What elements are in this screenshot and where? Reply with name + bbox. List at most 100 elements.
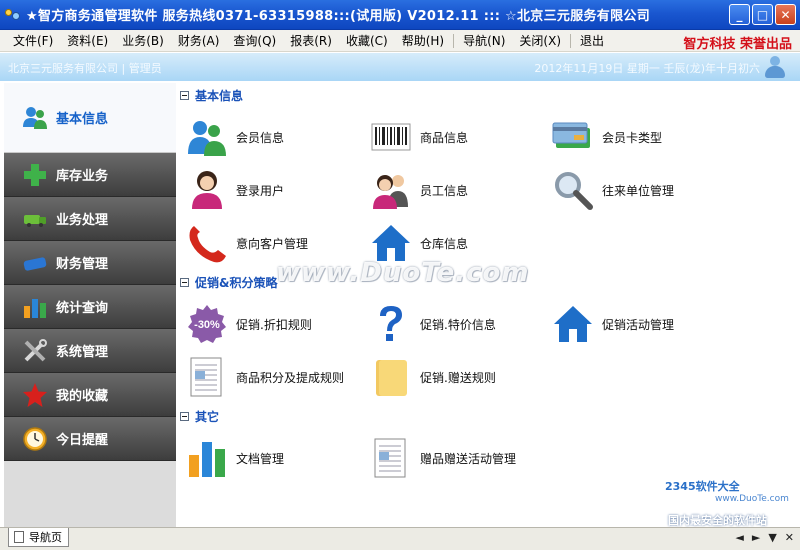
users-icon [22,105,48,131]
bar-chart-icon [186,437,228,479]
menu-file[interactable]: 文件(F) [6,32,60,49]
section-title: 其它 [195,409,220,424]
window-title: ★智方商务通管理软件 服务热线0371-63315988:::(试用版) V20… [26,9,650,24]
watermark-2345-url: www.DuoTe.com [715,494,789,504]
collapse-toggle-icon[interactable] [180,90,189,100]
tab-label: 导航页 [29,531,62,544]
tile-special-price[interactable]: 促销.特价信息 [370,300,496,348]
sidebar-item-basic-info[interactable]: 基本信息 [4,83,176,153]
user-avatar-icon [762,55,788,79]
section-promotion[interactable]: 促销&积分策略 [180,273,277,291]
minimize-button[interactable]: _ [729,4,750,25]
tools-icon [22,338,48,364]
sidebar-item-favorites[interactable]: 我的收藏 [4,373,176,417]
menu-business[interactable]: 业务(B) [115,32,171,49]
barcode-icon [370,116,412,158]
menu-separator [453,33,455,48]
app-icon[interactable] [4,7,22,23]
tile-partner-management[interactable]: 往来单位管理 [552,166,674,214]
menu-help[interactable]: 帮助(H) [395,32,451,49]
tile-label: 往来单位管理 [602,183,675,198]
star-icon [22,382,48,408]
sidebar-item-label: 今日提醒 [56,433,109,448]
members-icon [186,116,228,158]
title-bar: ★智方商务通管理软件 服务热线0371-63315988:::(试用版) V20… [0,0,800,30]
collapse-toggle-icon[interactable] [180,277,189,287]
menu-favorites[interactable]: 收藏(C) [339,32,395,49]
folder-icon [370,356,412,398]
tile-label: 仓库信息 [420,236,469,251]
tile-label: 促销.赠送规则 [420,370,496,385]
tile-label: 登录用户 [236,183,285,198]
menu-query[interactable]: 查询(Q) [226,32,283,49]
sidebar-empty-area [4,461,176,531]
tile-product-info[interactable]: 商品信息 [370,113,468,161]
menu-finance[interactable]: 财务(A) [171,32,227,49]
document-form-icon [186,356,228,398]
tile-label: 员工信息 [420,183,469,198]
section-other[interactable]: 其它 [180,407,219,425]
close-button[interactable]: ✕ [775,4,796,25]
sidebar-item-reminder[interactable]: 今日提醒 [4,417,176,461]
menu-exit[interactable]: 退出 [573,32,611,49]
watermark-slogan: 国内最安全的软件站 [668,514,767,527]
section-basic-info[interactable]: 基本信息 [180,86,243,104]
sidebar-item-finance[interactable]: 财务管理 [4,241,176,285]
sidebar-item-label: 基本信息 [56,112,109,127]
tile-label: 会员卡类型 [602,130,663,145]
question-icon [370,303,412,345]
sidebar: 基本信息 库存业务 业务处理 财务管理 统计查询 系统管理 我的收藏 今日提醒 [4,83,176,531]
plus-icon [22,162,48,188]
female-user-icon [186,169,228,211]
tile-login-user[interactable]: 登录用户 [186,166,284,214]
tile-label: 商品信息 [420,130,469,145]
tile-label: 促销.折扣规则 [236,317,312,332]
tile-label: 意向客户管理 [236,236,309,251]
discount-badge-text: -30% [194,319,220,331]
brand-label: 智方科技 荣誉出品 [683,37,792,52]
chart-icon [22,294,48,320]
tab-prev-button[interactable]: ◄ [735,531,743,544]
collapse-toggle-icon[interactable] [180,411,189,421]
tab-list-button[interactable]: ▼ [768,531,776,544]
sidebar-item-label: 我的收藏 [56,389,109,404]
page-icon [14,531,24,543]
menu-separator [570,33,572,48]
main-panel: 基本信息 会员信息 商品信息 会员卡类型 登录用户 员工信息 往来单位管理 意向… [176,83,796,523]
menu-bar: 文件(F) 资料(E) 业务(B) 财务(A) 查询(Q) 报表(R) 收藏(C… [0,30,800,52]
sidebar-item-statistics[interactable]: 统计查询 [4,285,176,329]
company-user-label: 北京三元服务有限公司 | 管理员 [8,62,162,75]
tile-points-commission[interactable]: 商品积分及提成规则 [186,353,344,401]
tile-gift-rules[interactable]: 促销.赠送规则 [370,353,496,401]
tile-document-management[interactable]: 文档管理 [186,434,284,482]
document-form-icon [370,437,412,479]
tab-next-button[interactable]: ► [752,531,760,544]
magnifier-icon [552,169,594,211]
tile-discount-rules[interactable]: -30% 促销.折扣规则 [186,300,312,348]
clock-icon [22,426,48,452]
sidebar-item-label: 系统管理 [56,345,109,360]
sidebar-item-system[interactable]: 系统管理 [4,329,176,373]
tile-employee-info[interactable]: 员工信息 [370,166,468,214]
sidebar-item-inventory[interactable]: 库存业务 [4,153,176,197]
watermark-2345: 2345软件大全 [665,480,740,493]
tile-label: 文档管理 [236,451,285,466]
maximize-button[interactable]: □ [752,4,773,25]
tab-navigation-page[interactable]: 导航页 [8,528,69,547]
tile-promo-activity[interactable]: 促销活动管理 [552,300,674,348]
menu-reports[interactable]: 报表(R) [283,32,339,49]
menu-navigate[interactable]: 导航(N) [456,32,512,49]
card-icon [22,250,48,276]
truck-icon [22,206,48,232]
home-icon [552,303,594,345]
tab-close-button[interactable]: ✕ [785,531,794,544]
menu-close[interactable]: 关闭(X) [512,32,568,49]
tile-member-card-type[interactable]: 会员卡类型 [552,113,662,161]
menu-data[interactable]: 资料(E) [60,32,115,49]
section-title: 促销&积分策略 [195,275,278,290]
tile-member-info[interactable]: 会员信息 [186,113,284,161]
phone-icon [186,222,228,264]
sidebar-item-business[interactable]: 业务处理 [4,197,176,241]
tile-giveaway-activity[interactable]: 赠品赠送活动管理 [370,434,516,482]
status-bar: 导航页 ◄ ► ▼ ✕ [0,527,800,550]
